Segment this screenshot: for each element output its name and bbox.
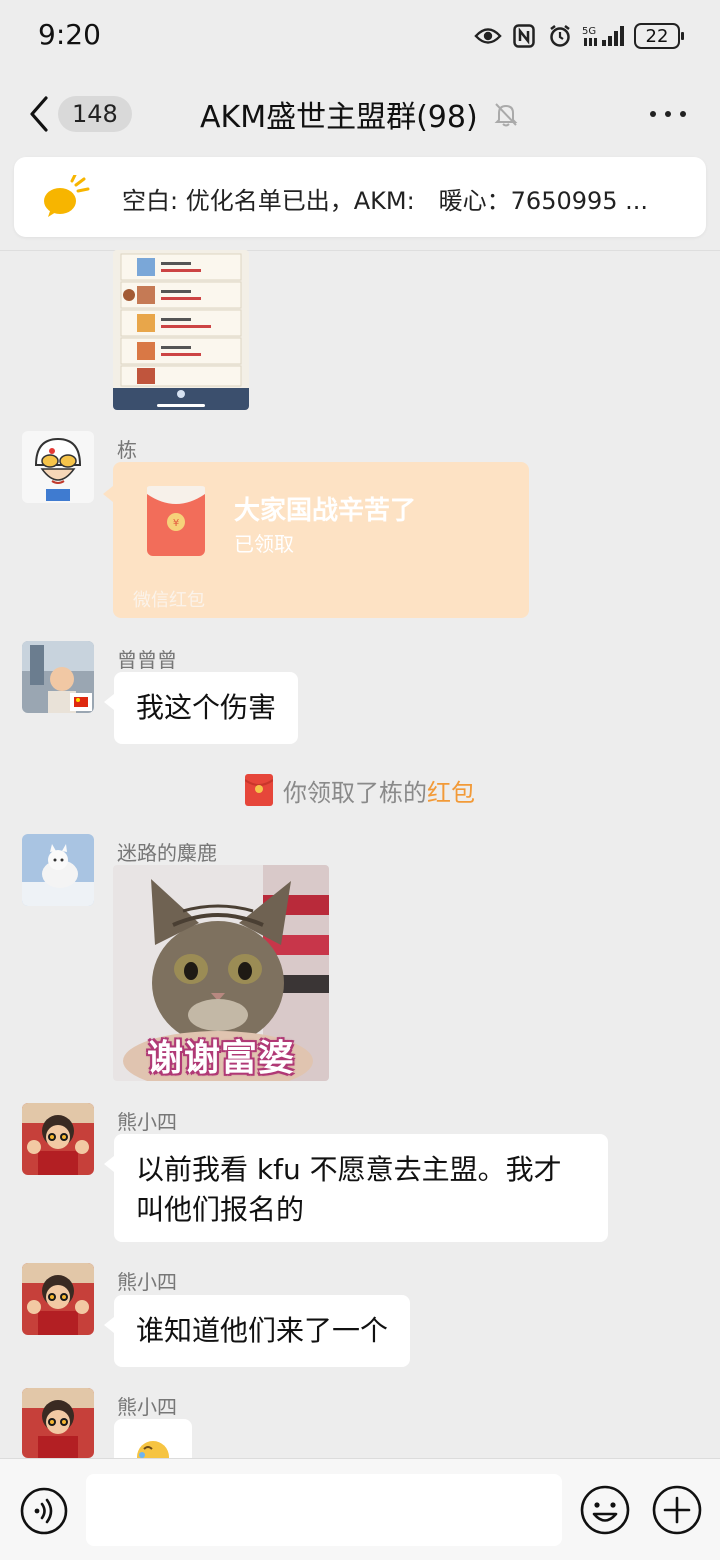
avatar[interactable]	[22, 641, 94, 713]
red-packet-label: 微信红包	[133, 590, 205, 611]
bell-off-icon	[492, 100, 520, 128]
alarm-icon	[546, 22, 574, 50]
red-packet-title: 大家国战辛苦了	[234, 496, 417, 526]
back-button[interactable]	[26, 94, 56, 134]
message-text: 我这个伤害	[136, 691, 277, 724]
message-input[interactable]	[86, 1474, 562, 1546]
status-icons: 5G 22	[474, 20, 684, 52]
system-message-text: 你领取了栋的	[283, 778, 427, 807]
unread-count-badge[interactable]: 148	[58, 96, 132, 132]
message-bubble[interactable]: 谁知道他们来了一个	[103, 1295, 411, 1367]
sticker-image[interactable]: 谢谢富婆	[113, 865, 329, 1081]
chat-title: AKM盛世主盟群(98)	[200, 100, 478, 135]
svg-text:5G: 5G	[582, 26, 596, 37]
avatar[interactable]	[22, 431, 94, 503]
sender-name: 熊小四	[117, 1395, 177, 1419]
avatar[interactable]	[22, 834, 94, 906]
more-button[interactable]	[650, 102, 686, 126]
red-packet-card[interactable]: ¥ 大家国战辛苦了 已领取 微信红包	[103, 462, 529, 618]
red-packet-icon	[244, 774, 274, 806]
message-bubble[interactable]: 以前我看 kfu 不愿意去主盟。我才 叫他们报名的	[104, 1134, 608, 1242]
emoji-button[interactable]	[580, 1485, 630, 1535]
divider	[0, 250, 720, 251]
red-packet-icon: ¥	[145, 484, 207, 558]
avatar[interactable]	[22, 1388, 94, 1458]
chevron-left-icon	[30, 96, 48, 132]
notice-text: 空白: 优化名单已出，AKM: 暖心：7650995 ...	[122, 187, 649, 215]
status-time: 9:20	[38, 18, 101, 51]
emoji-icon	[580, 1485, 630, 1535]
voice-icon	[20, 1487, 68, 1535]
message-bubble[interactable]	[114, 1419, 192, 1459]
more-functions-button[interactable]	[652, 1485, 702, 1535]
avatar[interactable]	[22, 1263, 94, 1335]
sender-name: 熊小四	[117, 1270, 177, 1294]
plus-icon	[652, 1485, 702, 1535]
system-message: 你领取了栋的 红包	[0, 772, 720, 808]
sticker-caption: 谢谢富婆	[146, 1038, 295, 1079]
megaphone-icon	[42, 173, 90, 217]
voice-button[interactable]	[20, 1487, 68, 1535]
eye-icon	[474, 22, 502, 50]
more-icon	[650, 111, 656, 117]
message-text-line: 以前我看 kfu 不愿意去主盟。我才	[136, 1153, 562, 1186]
input-bar	[0, 1458, 720, 1560]
image-message-thumbnail[interactable]	[113, 250, 249, 410]
message-text-line: 叫他们报名的	[136, 1193, 305, 1226]
svg-text:¥: ¥	[173, 518, 179, 529]
emoji-icon	[137, 1441, 169, 1459]
sender-name: 曾曾曾	[117, 648, 177, 672]
nfc-icon	[510, 22, 538, 50]
chat-header: 148 AKM盛世主盟群(98)	[0, 72, 720, 156]
battery-indicator: 22	[634, 23, 684, 49]
sender-name: 栋	[117, 438, 137, 462]
sender-name: 熊小四	[117, 1110, 177, 1134]
sender-name: 迷路的麋鹿	[117, 841, 217, 865]
status-bar: 9:20 5G 22	[0, 0, 720, 72]
message-text: 谁知道他们来了一个	[136, 1314, 389, 1347]
avatar[interactable]	[22, 1103, 94, 1175]
red-packet-link[interactable]: 红包	[427, 773, 475, 808]
group-notice[interactable]: 空白: 优化名单已出，AKM: 暖心：7650995 ...	[14, 157, 706, 237]
message-bubble[interactable]: 我这个伤害	[103, 672, 299, 744]
signal-5g-icon: 5G	[582, 22, 626, 50]
red-packet-status: 已领取	[234, 532, 294, 556]
